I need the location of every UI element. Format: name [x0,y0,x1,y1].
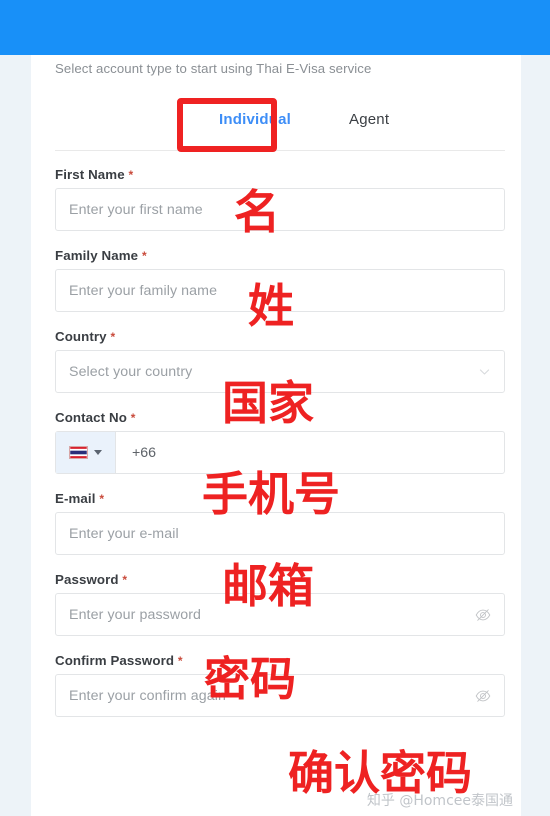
watermark: 知乎 @Homcee泰国通 [366,793,513,809]
chevron-down-icon [479,368,490,375]
eye-slash-icon[interactable] [475,607,491,623]
family-name-input[interactable]: Enter your family name [55,269,505,312]
required-marker: * [122,573,128,587]
tab-agent[interactable]: Agent [349,111,389,128]
thailand-flag-icon [69,446,88,459]
label-family-name: Family Name * [55,248,147,263]
email-input[interactable]: Enter your e-mail [55,512,505,555]
country-placeholder: Select your country [69,363,193,380]
field-family-name: Family Name * Enter your family name [55,248,505,312]
label-first-name: First Name * [55,167,134,182]
dial-code: +66 [132,444,157,461]
field-country: Country * Select your country [55,329,505,393]
label-email: E-mail * [55,491,105,506]
password-input[interactable]: Enter your password [55,593,505,636]
required-marker: * [177,654,183,668]
tab-individual[interactable]: Individual [219,111,291,128]
field-contact-no: Contact No * +66 [55,410,505,474]
required-marker: * [99,492,105,506]
required-marker: * [110,330,116,344]
contact-no-input[interactable]: +66 [55,431,505,474]
required-marker: * [128,168,134,182]
intro-text: Select account type to start using Thai … [55,61,372,76]
family-name-placeholder: Enter your family name [69,282,218,299]
required-marker: * [130,411,136,425]
field-first-name: First Name * Enter your first name [55,167,505,231]
country-code-selector[interactable] [56,432,116,473]
registration-form: First Name * Enter your first name Famil… [55,167,505,734]
caret-down-icon [94,450,102,455]
app-header-bar [0,0,550,55]
label-password: Password * [55,572,128,587]
label-country: Country * [55,329,116,344]
tabs-divider [55,150,505,151]
field-confirm-password: Confirm Password * Enter your confirm ag… [55,653,505,717]
label-confirm-password: Confirm Password * [55,653,183,668]
required-marker: * [141,249,147,263]
password-placeholder: Enter your password [69,606,202,623]
field-password: Password * Enter your password [55,572,505,636]
account-type-tabs: Individual Agent [55,101,505,151]
eye-slash-icon[interactable] [475,688,491,704]
field-email: E-mail * Enter your e-mail [55,491,505,555]
first-name-input[interactable]: Enter your first name [55,188,505,231]
confirm-password-input[interactable]: Enter your confirm again [55,674,505,717]
confirm-password-placeholder: Enter your confirm again [69,687,226,704]
email-placeholder: Enter your e-mail [69,525,179,542]
signup-card: Select account type to start using Thai … [31,55,521,816]
page-root: Select account type to start using Thai … [0,0,550,816]
first-name-placeholder: Enter your first name [69,201,203,218]
country-select[interactable]: Select your country [55,350,505,393]
label-contact-no: Contact No * [55,410,136,425]
